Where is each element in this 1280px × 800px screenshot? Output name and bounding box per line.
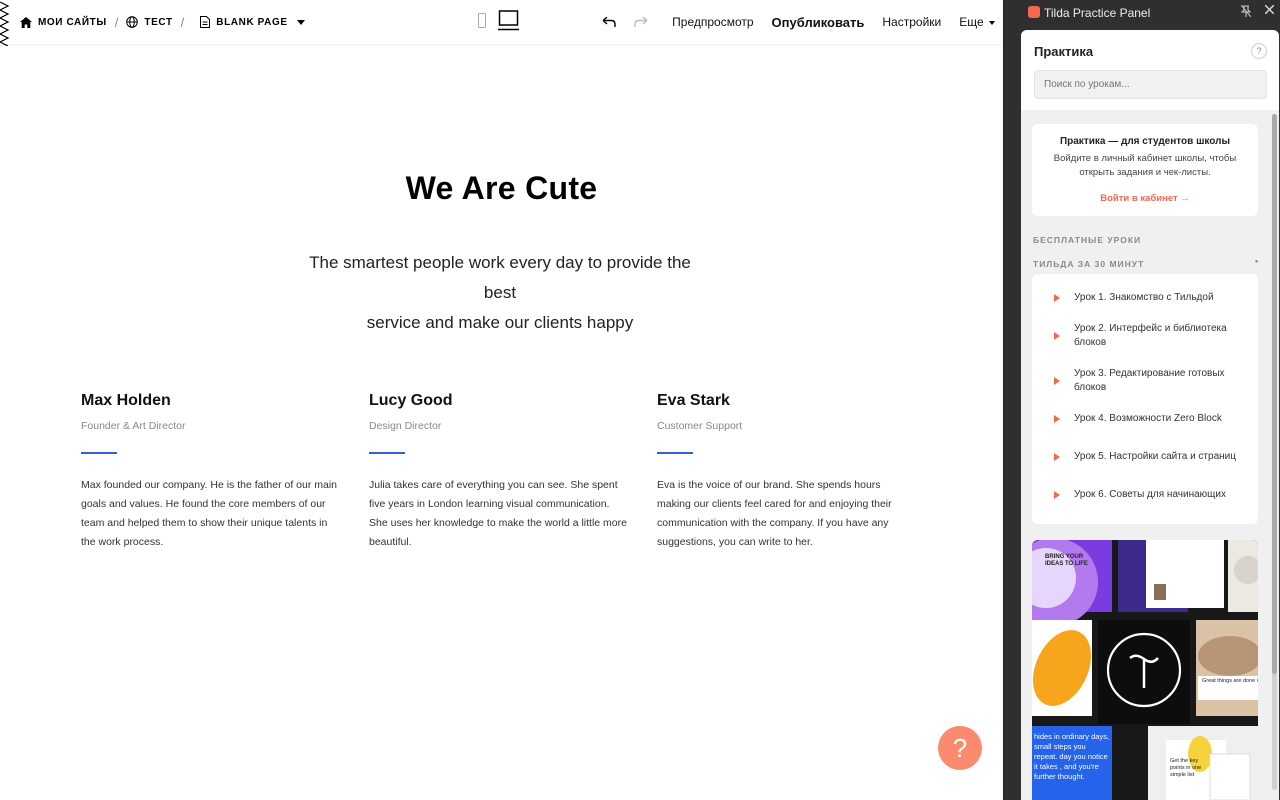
course-marker: • [1255,256,1259,266]
tilda-logo-icon [1028,6,1040,18]
free-lessons-label: БЕСПЛАТНЫЕ УРОКИ [1033,235,1142,245]
lesson-item[interactable]: Урок 4. Возможности Zero Block [1032,405,1258,433]
my-sites-label: МОИ САЙТЫ [38,16,107,28]
lesson-item[interactable]: Урок 5. Настройки сайта и страниц [1032,436,1258,478]
site-name-label: ТЕСТ [144,16,173,28]
lesson-item[interactable]: Урок 6. Советы для начинающих [1032,481,1258,509]
more-label: Еще [959,15,984,29]
accent-divider [81,452,117,454]
lesson-search-input[interactable] [1034,70,1267,99]
lesson-item[interactable]: Урок 2. Интерфейс и библиотека блоков [1032,315,1258,357]
accent-divider [657,452,693,454]
play-icon [1054,415,1060,423]
mobile-icon[interactable] [478,13,486,28]
preview-button[interactable]: Предпросмотр [672,15,753,29]
lesson-title: Урок 5. Настройки сайта и страниц [1074,451,1236,462]
lesson-list: Урок 1. Знакомство с Тильдой Урок 2. Инт… [1032,274,1258,524]
member-bio: Julia takes care of everything you can s… [369,479,627,548]
play-icon [1054,377,1060,385]
lesson-item[interactable]: Урок 3. Редактирование готовых блоков [1032,360,1258,402]
play-icon [1054,453,1060,461]
panel-scrollbar[interactable] [1272,114,1277,790]
page-name-label: BLANK PAGE [216,16,288,28]
team-member-card[interactable]: Max Holden Founder & Art Director Max fo… [81,392,341,552]
play-icon [1054,491,1060,499]
practice-title: Практика [1034,44,1094,59]
panel-help-icon[interactable]: ? [1251,43,1267,59]
more-menu-button[interactable]: Еще [959,15,995,29]
redo-icon[interactable] [634,17,648,27]
course-thumbnail[interactable]: BRING YOUR IDEAS TO LIFE Great things ar… [1032,540,1258,800]
settings-button[interactable]: Настройки [882,15,941,29]
close-icon[interactable] [1265,5,1274,14]
member-name: Lucy Good [369,392,453,409]
subtitle-line: service and make our clients happy [366,313,634,332]
page-title[interactable]: We Are Cute [0,170,1003,207]
lesson-title: Урок 2. Интерфейс и библиотека блоков [1074,323,1227,348]
desktop-icon[interactable] [498,10,519,31]
course-label[interactable]: ТИЛЬДА ЗА 30 МИНУТ [1033,259,1144,269]
toolbar-actions: Предпросмотр Опубликовать Настройки Еще [603,0,995,44]
lesson-item[interactable]: Урок 1. Знакомство с Тильдой [1032,284,1258,312]
undo-icon[interactable] [603,17,616,27]
team-member-card[interactable]: Eva Stark Customer Support Eva is the vo… [657,392,917,552]
member-name: Eva Stark [657,392,730,409]
login-link[interactable]: Войти в кабинет → [1032,193,1258,204]
member-bio: Eva is the voice of our brand. She spend… [657,479,892,548]
accent-divider [369,452,405,454]
breadcrumb-separator: / [114,14,119,30]
caret-down-icon [296,19,305,25]
thumbnail-text: Get the key points in one simple list [1170,758,1202,778]
publish-button[interactable]: Опубликовать [772,15,865,30]
panel-title: Tilda Practice Panel [1044,6,1151,20]
pin-icon[interactable] [1241,5,1251,17]
practice-header: Практика ? [1021,30,1279,110]
practice-panel: Tilda Practice Panel Практика ? Практика… [1003,0,1280,800]
help-button[interactable]: ? [938,726,982,770]
caret-down-icon [989,20,995,25]
member-name: Max Holden [81,392,171,409]
thumbnail-text: BRING YOUR IDEAS TO LIFE [1045,554,1088,567]
play-icon [1054,332,1060,340]
panel-header-icons [1241,5,1274,17]
panel-header: Tilda Practice Panel [1004,0,1280,26]
breadcrumb-my-sites[interactable]: МОИ САЙТЫ [20,16,107,28]
page-subtitle[interactable]: The smartest people work every day to pr… [300,248,700,338]
lesson-title: Урок 1. Знакомство с Тильдой [1074,292,1214,303]
member-role: Design Director [369,420,442,432]
lesson-title: Урок 6. Советы для начинающих [1074,489,1226,500]
login-card-title: Практика — для студентов школы [1059,136,1231,147]
play-icon [1054,294,1060,302]
globe-icon [126,16,139,28]
team-member-card[interactable]: Lucy Good Design Director Julia takes ca… [369,392,629,552]
subtitle-line: The smartest people work every day to pr… [309,253,691,302]
editor-canvas: МОИ САЙТЫ / ТЕСТ / BLANK PAGE Предпросмо… [0,0,1003,800]
breadcrumb-page-dropdown[interactable]: BLANK PAGE [200,16,310,28]
thumbnail-text: Great things are done of small things br… [1202,678,1258,684]
breadcrumb-separator: / [180,14,185,30]
thumbnail-text: hides in ordinary days, small steps you … [1034,732,1110,781]
member-role: Founder & Art Director [81,420,186,432]
lesson-title: Урок 4. Возможности Zero Block [1074,413,1222,424]
top-toolbar: МОИ САЙТЫ / ТЕСТ / BLANK PAGE Предпросмо… [0,0,1003,46]
breadcrumb-site[interactable]: ТЕСТ [126,16,172,28]
device-switcher [478,10,519,31]
home-icon [20,16,32,28]
lesson-title: Урок 3. Редактирование готовых блоков [1074,368,1225,393]
page-icon [200,16,211,28]
zigzag-edge-decoration [0,1,10,46]
member-bio: Max founded our company. He is the fathe… [81,479,338,548]
login-card: Практика — для студентов школы Войдите в… [1032,124,1258,216]
member-role: Customer Support [657,420,743,432]
login-card-text: Войдите в личный кабинет школы, чтобы от… [1053,153,1237,178]
app-root: МОИ САЙТЫ / ТЕСТ / BLANK PAGE Предпросмо… [0,0,1280,800]
panel-body: Практика ? Практика — для студентов школ… [1021,30,1279,800]
